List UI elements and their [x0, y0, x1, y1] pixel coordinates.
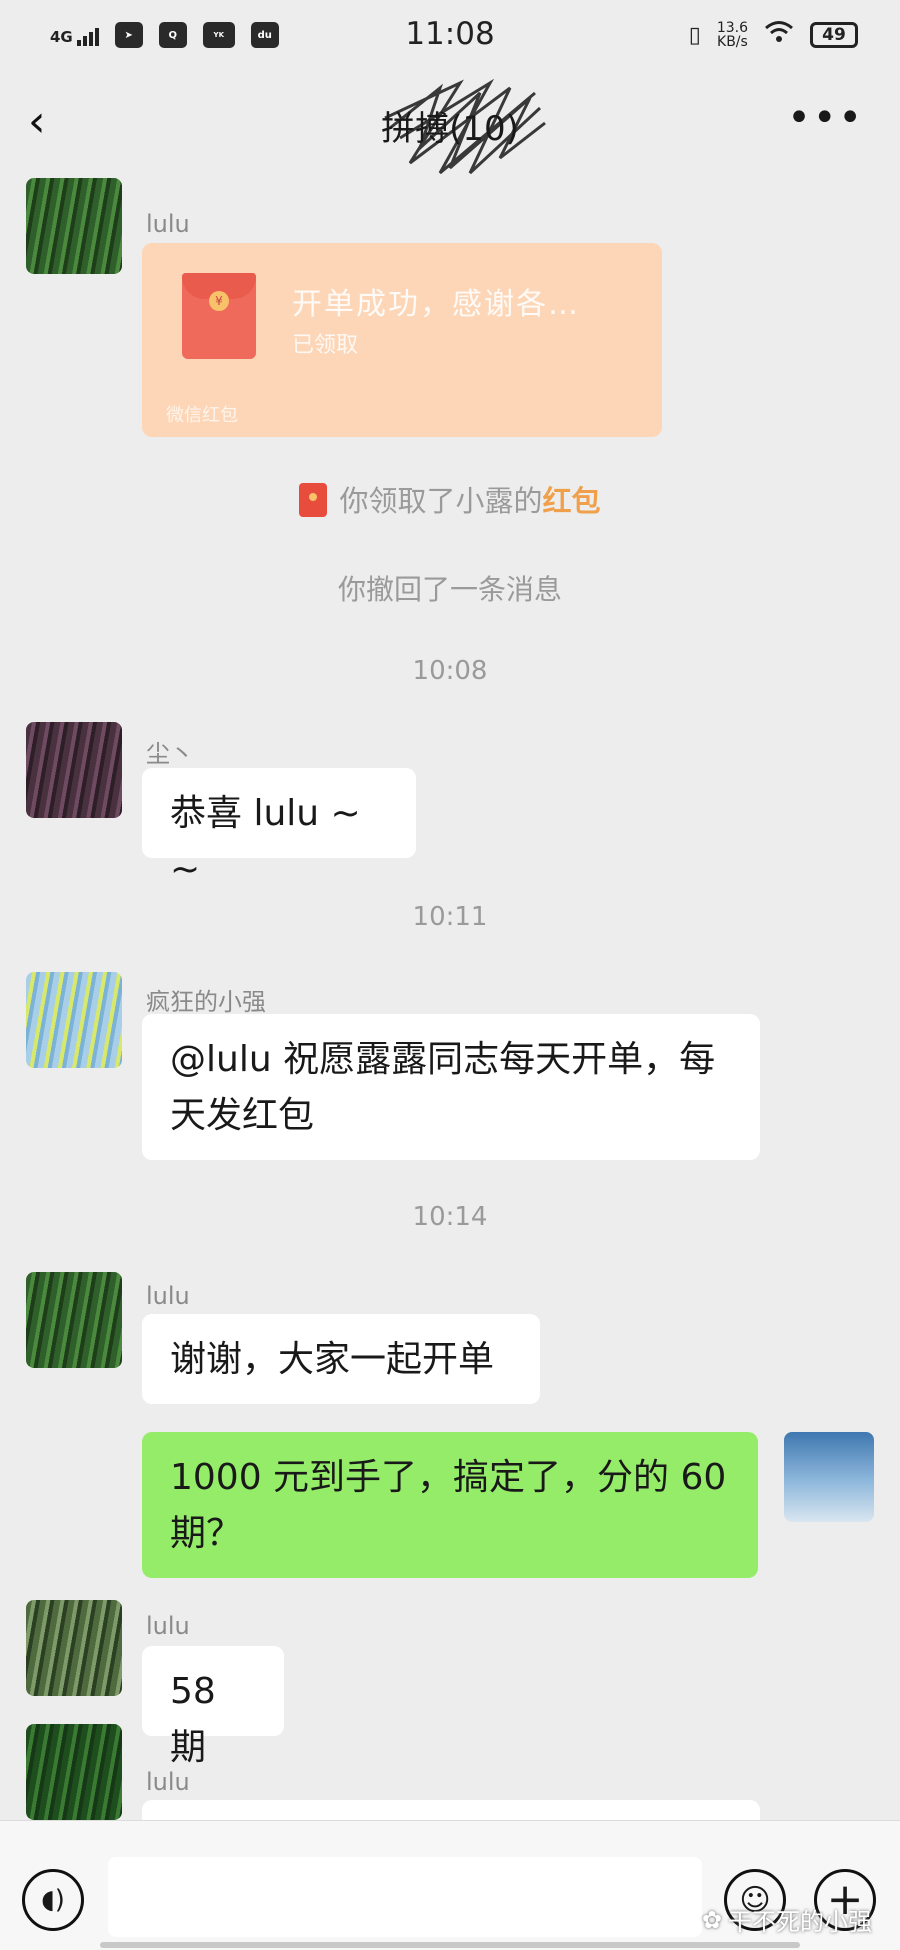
status-left: 4G ➤ Q YK du [50, 22, 279, 48]
home-indicator[interactable] [100, 1942, 800, 1948]
qq-icon: Q [158, 22, 187, 48]
message-input[interactable] [108, 1857, 702, 1937]
more-button[interactable]: ••• [787, 98, 864, 138]
telegram-icon: ➤ [114, 22, 143, 48]
avatar[interactable] [26, 722, 122, 818]
wechat-logo-icon: ✿ [701, 1905, 722, 1934]
cellular-signal-icon: 4G [50, 24, 99, 46]
voice-button[interactable]: ◖) [22, 1869, 84, 1931]
message-line: 1000 元到手了，搞定了，分的 60 [170, 1457, 727, 1498]
avatar[interactable] [26, 1724, 122, 1820]
chat-header: ‹ 拼搏(10) ••• [0, 70, 900, 180]
red-envelope-icon: ¥ [182, 273, 256, 359]
my-avatar[interactable] [784, 1432, 874, 1522]
red-packet-card[interactable]: ¥ 开单成功，感谢各… 已领取 微信红包 [142, 243, 662, 437]
back-button[interactable]: ‹ [28, 100, 68, 146]
my-message-bubble[interactable]: 1000 元到手了，搞定了，分的 60 期？ [142, 1432, 758, 1578]
timestamp: 10:14 [412, 1202, 488, 1232]
sender-name: 尘丶 [146, 740, 194, 768]
red-packet-footer: 微信红包 [166, 405, 238, 426]
timestamp: 10:08 [412, 656, 488, 686]
red-envelope-icon [299, 483, 328, 517]
chat-title: 拼搏(10) [381, 108, 519, 149]
sender-name: 疯狂的小强 [146, 988, 266, 1016]
youku-icon: YK [202, 22, 235, 48]
red-packet-link[interactable]: 红包 [543, 484, 601, 518]
red-packet-title: 开单成功，感谢各… [292, 287, 580, 322]
red-packet-status: 已领取 [292, 333, 359, 358]
timestamp: 10:11 [412, 902, 488, 932]
sender-name: lulu [146, 1282, 190, 1310]
vibrate-icon: ▯ [688, 22, 701, 48]
message-line: @lulu 祝愿露露同志每天开单，每 [170, 1039, 716, 1080]
network-type: 4G [50, 28, 73, 46]
voice-icon: ◖) [41, 1885, 65, 1915]
message-bubble[interactable]: 谢谢，大家一起开单 [142, 1314, 540, 1404]
sender-name: lulu [146, 1768, 190, 1796]
net-speed: 13.6 KB/s [717, 21, 748, 49]
chevron-left-icon: ‹ [28, 96, 46, 147]
wifi-icon [764, 20, 794, 50]
avatar[interactable] [26, 1600, 122, 1696]
message-bubble[interactable]: 恭喜 lulu ~ ~ [142, 768, 416, 890]
status-right: ▯ 13.6 KB/s 49 [689, 20, 858, 50]
battery-icon: 49 [810, 22, 858, 48]
message-line: 天发红包 [170, 1095, 315, 1136]
system-message-recall: 你撤回了一条消息 [337, 573, 562, 606]
du-icon: du [250, 22, 279, 48]
more-dots-icon: ••• [787, 95, 864, 141]
avatar[interactable] [26, 178, 122, 274]
net-speed-unit: KB/s [717, 34, 748, 50]
avatar[interactable] [26, 972, 122, 1068]
avatar[interactable] [26, 1272, 122, 1368]
sender-name: lulu [146, 1612, 190, 1640]
message-bubble[interactable]: 58 期 [142, 1646, 284, 1768]
system-message-red-packet: 你领取了小露的红包 [0, 478, 900, 520]
message-bubble[interactable]: @lulu 祝愿露露同志每天开单，每 天发红包 [142, 1014, 760, 1160]
status-bar: 4G ➤ Q YK du 11:08 ▯ 13.6 KB/s 49 [0, 0, 900, 70]
watermark-text: 干不死的小强 [728, 1908, 872, 1936]
sender-name: lulu [146, 210, 190, 238]
message-line: 期？ [170, 1513, 243, 1554]
watermark: ✿ 干不死的小强 [702, 1902, 872, 1937]
system-text: 你领取了小露的 [339, 484, 543, 518]
